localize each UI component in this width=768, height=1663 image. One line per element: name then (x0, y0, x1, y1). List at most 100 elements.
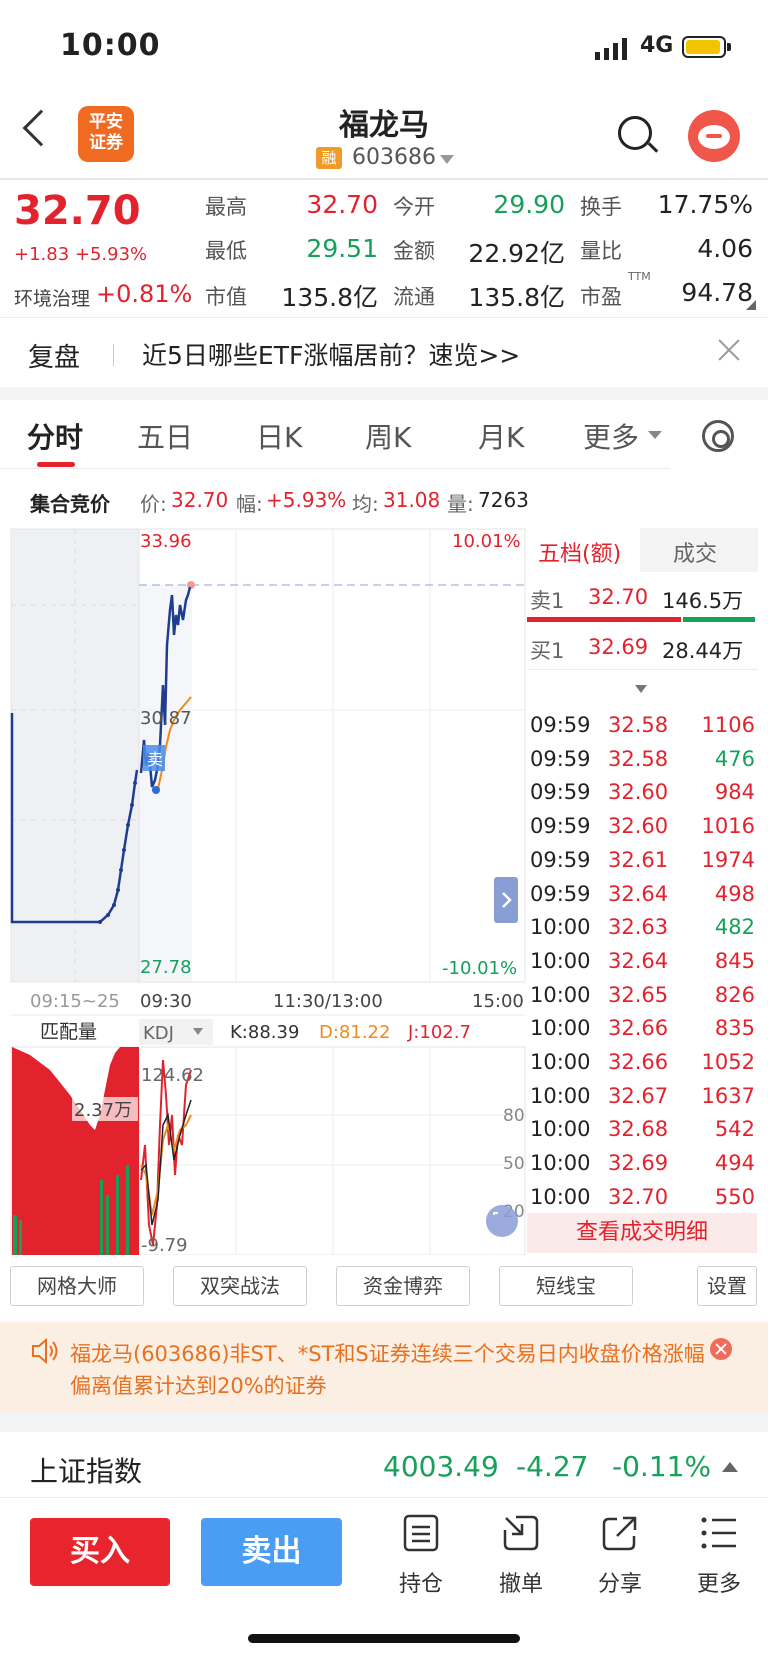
fullscreen-icon[interactable] (486, 1205, 518, 1237)
amount-value: 22.92亿 (468, 239, 565, 268)
turnover-value: 17.75% (657, 190, 753, 219)
tool-capital-game[interactable]: 资金博弈 (336, 1266, 470, 1306)
time-label-close: 15:00 (472, 991, 524, 1012)
trade-time: 10:00 (530, 915, 591, 940)
indicator-bottom-label: -9.79 (141, 1235, 188, 1255)
tool-short-term[interactable]: 短线宝 (499, 1266, 633, 1306)
trade-volume: 494 (714, 1151, 755, 1176)
indicator-top-label: 124.62 (141, 1065, 204, 1086)
trade-price: 32.58 (608, 713, 669, 737)
indicator-level-50: 50 (503, 1154, 525, 1174)
replay-label[interactable]: 复盘 (28, 337, 80, 374)
trade-time: 09:59 (530, 847, 591, 872)
auction-vol-label: 量: (447, 492, 474, 516)
trade-price: 32.60 (608, 814, 669, 839)
search-icon[interactable] (618, 116, 652, 150)
assistant-avatar[interactable] (688, 110, 740, 162)
low-label: 最低 (205, 239, 247, 263)
trade-volume: 835 (714, 1016, 755, 1041)
nav-holdings[interactable]: 持仓 (386, 1514, 456, 1598)
low-value: 29.51 (306, 234, 378, 263)
buy-button[interactable]: 买入 (30, 1518, 170, 1586)
tab-five-day[interactable]: 五日 (137, 416, 193, 456)
stock-code[interactable]: 603686 (352, 145, 436, 170)
turnover-label: 换手 (580, 195, 622, 219)
buy1-label: 买1 (530, 639, 565, 663)
gear-icon[interactable] (702, 420, 734, 452)
top-price-label: 33.96 (140, 531, 192, 552)
chevron-down-icon[interactable] (648, 431, 662, 439)
trade-detail-button[interactable]: 查看成交明细 (527, 1213, 757, 1253)
trade-price: 32.65 (608, 982, 669, 1007)
tab-weekly-k[interactable]: 周K (365, 416, 411, 456)
banner-link[interactable]: 近5日哪些ETF涨幅居前？速览>> (142, 336, 520, 372)
bottom-price-label: 27.78 (140, 957, 192, 978)
tool-double-breakout[interactable]: 双突战法 (173, 1266, 307, 1306)
home-indicator (248, 1634, 520, 1643)
trade-price: 32.66 (608, 1050, 669, 1074)
tool-settings[interactable]: 设置 (697, 1266, 757, 1306)
tab-intraday[interactable]: 分时 (27, 416, 83, 456)
trade-price: 32.64 (608, 881, 669, 906)
trade-volume: 498 (714, 881, 755, 906)
close-icon[interactable] (710, 1338, 732, 1360)
trade-volume: 1637 (701, 1083, 755, 1108)
holdings-icon (403, 1514, 439, 1552)
tab-five-level[interactable]: 五档(额) (538, 536, 621, 568)
trade-volume: 1106 (701, 713, 755, 737)
trade-price: 32.70 (608, 1184, 669, 1209)
divider (527, 669, 758, 670)
nav-holdings-label: 持仓 (398, 1572, 443, 1597)
top-pct-label: 10.01% (452, 531, 521, 552)
trade-price: 32.67 (608, 1083, 669, 1108)
auction-price: 32.70 (171, 488, 229, 512)
sell-button[interactable]: 卖出 (201, 1518, 342, 1586)
status-time: 10:00 (60, 28, 161, 63)
index-value: 4003.49 (383, 1450, 499, 1483)
divider (0, 178, 768, 180)
auction-chg-label: 幅: (236, 492, 263, 516)
nav-cancel-order[interactable]: 撤单 (486, 1514, 556, 1598)
expand-corner-icon[interactable] (746, 300, 756, 310)
chevron-down-icon[interactable] (635, 685, 647, 693)
trade-time: 09:59 (530, 814, 591, 839)
sector-change[interactable]: +0.81% (96, 280, 192, 308)
trade-time: 10:00 (530, 1050, 591, 1074)
trade-volume: 845 (714, 948, 755, 973)
buy1-amount: 28.44万 (662, 639, 744, 663)
notice-text[interactable]: 福龙马(603686)非ST、*ST和S证券连续三个交易日内收盘价格涨幅偏离值累… (70, 1338, 710, 1402)
trade-time: 09:59 (530, 881, 591, 906)
tab-more[interactable]: 更多 (583, 416, 639, 456)
chevron-up-icon[interactable] (722, 1462, 738, 1472)
auction-price-label: 价: (140, 492, 167, 516)
nav-more[interactable]: 更多 (684, 1514, 754, 1598)
trade-volume: 542 (714, 1117, 755, 1142)
mid-price-label: 30.87 (140, 708, 192, 729)
network-type: 4G (640, 33, 674, 58)
tab-trades[interactable]: 成交 (673, 536, 717, 568)
match-volume-label: 匹配量 (40, 1021, 97, 1043)
buy1-price: 32.69 (588, 635, 649, 659)
chevron-down-icon[interactable] (440, 155, 454, 164)
section-gap (0, 387, 768, 400)
nav-share[interactable]: 分享 (585, 1514, 655, 1598)
auction-zone (11, 529, 139, 982)
trade-price: 32.61 (608, 847, 669, 872)
trade-volume: 1016 (701, 814, 755, 839)
index-name[interactable]: 上证指数 (30, 1450, 142, 1490)
tab-daily-k[interactable]: 日K (256, 416, 302, 456)
tool-grid-master[interactable]: 网格大师 (10, 1266, 144, 1306)
speaker-icon (32, 1337, 58, 1365)
nav-share-label: 分享 (597, 1572, 642, 1597)
sector-label[interactable]: 环境治理 (14, 284, 90, 311)
intraday-chart[interactable]: 卖 33.96 10.01% 30.87 27.78 -10.01% 09:15… (0, 525, 528, 1255)
tab-monthly-k[interactable]: 月K (478, 416, 524, 456)
indicator-name: KDJ (143, 1023, 174, 1044)
session-zone (139, 585, 192, 982)
expand-arrow-button[interactable] (494, 877, 518, 923)
trade-price: 32.60 (608, 780, 669, 805)
close-icon[interactable] (714, 336, 744, 366)
pe-value: 94.78 (681, 278, 753, 307)
indicator-level-80: 80 (503, 1106, 525, 1126)
index-percent: -0.11% (612, 1450, 712, 1483)
